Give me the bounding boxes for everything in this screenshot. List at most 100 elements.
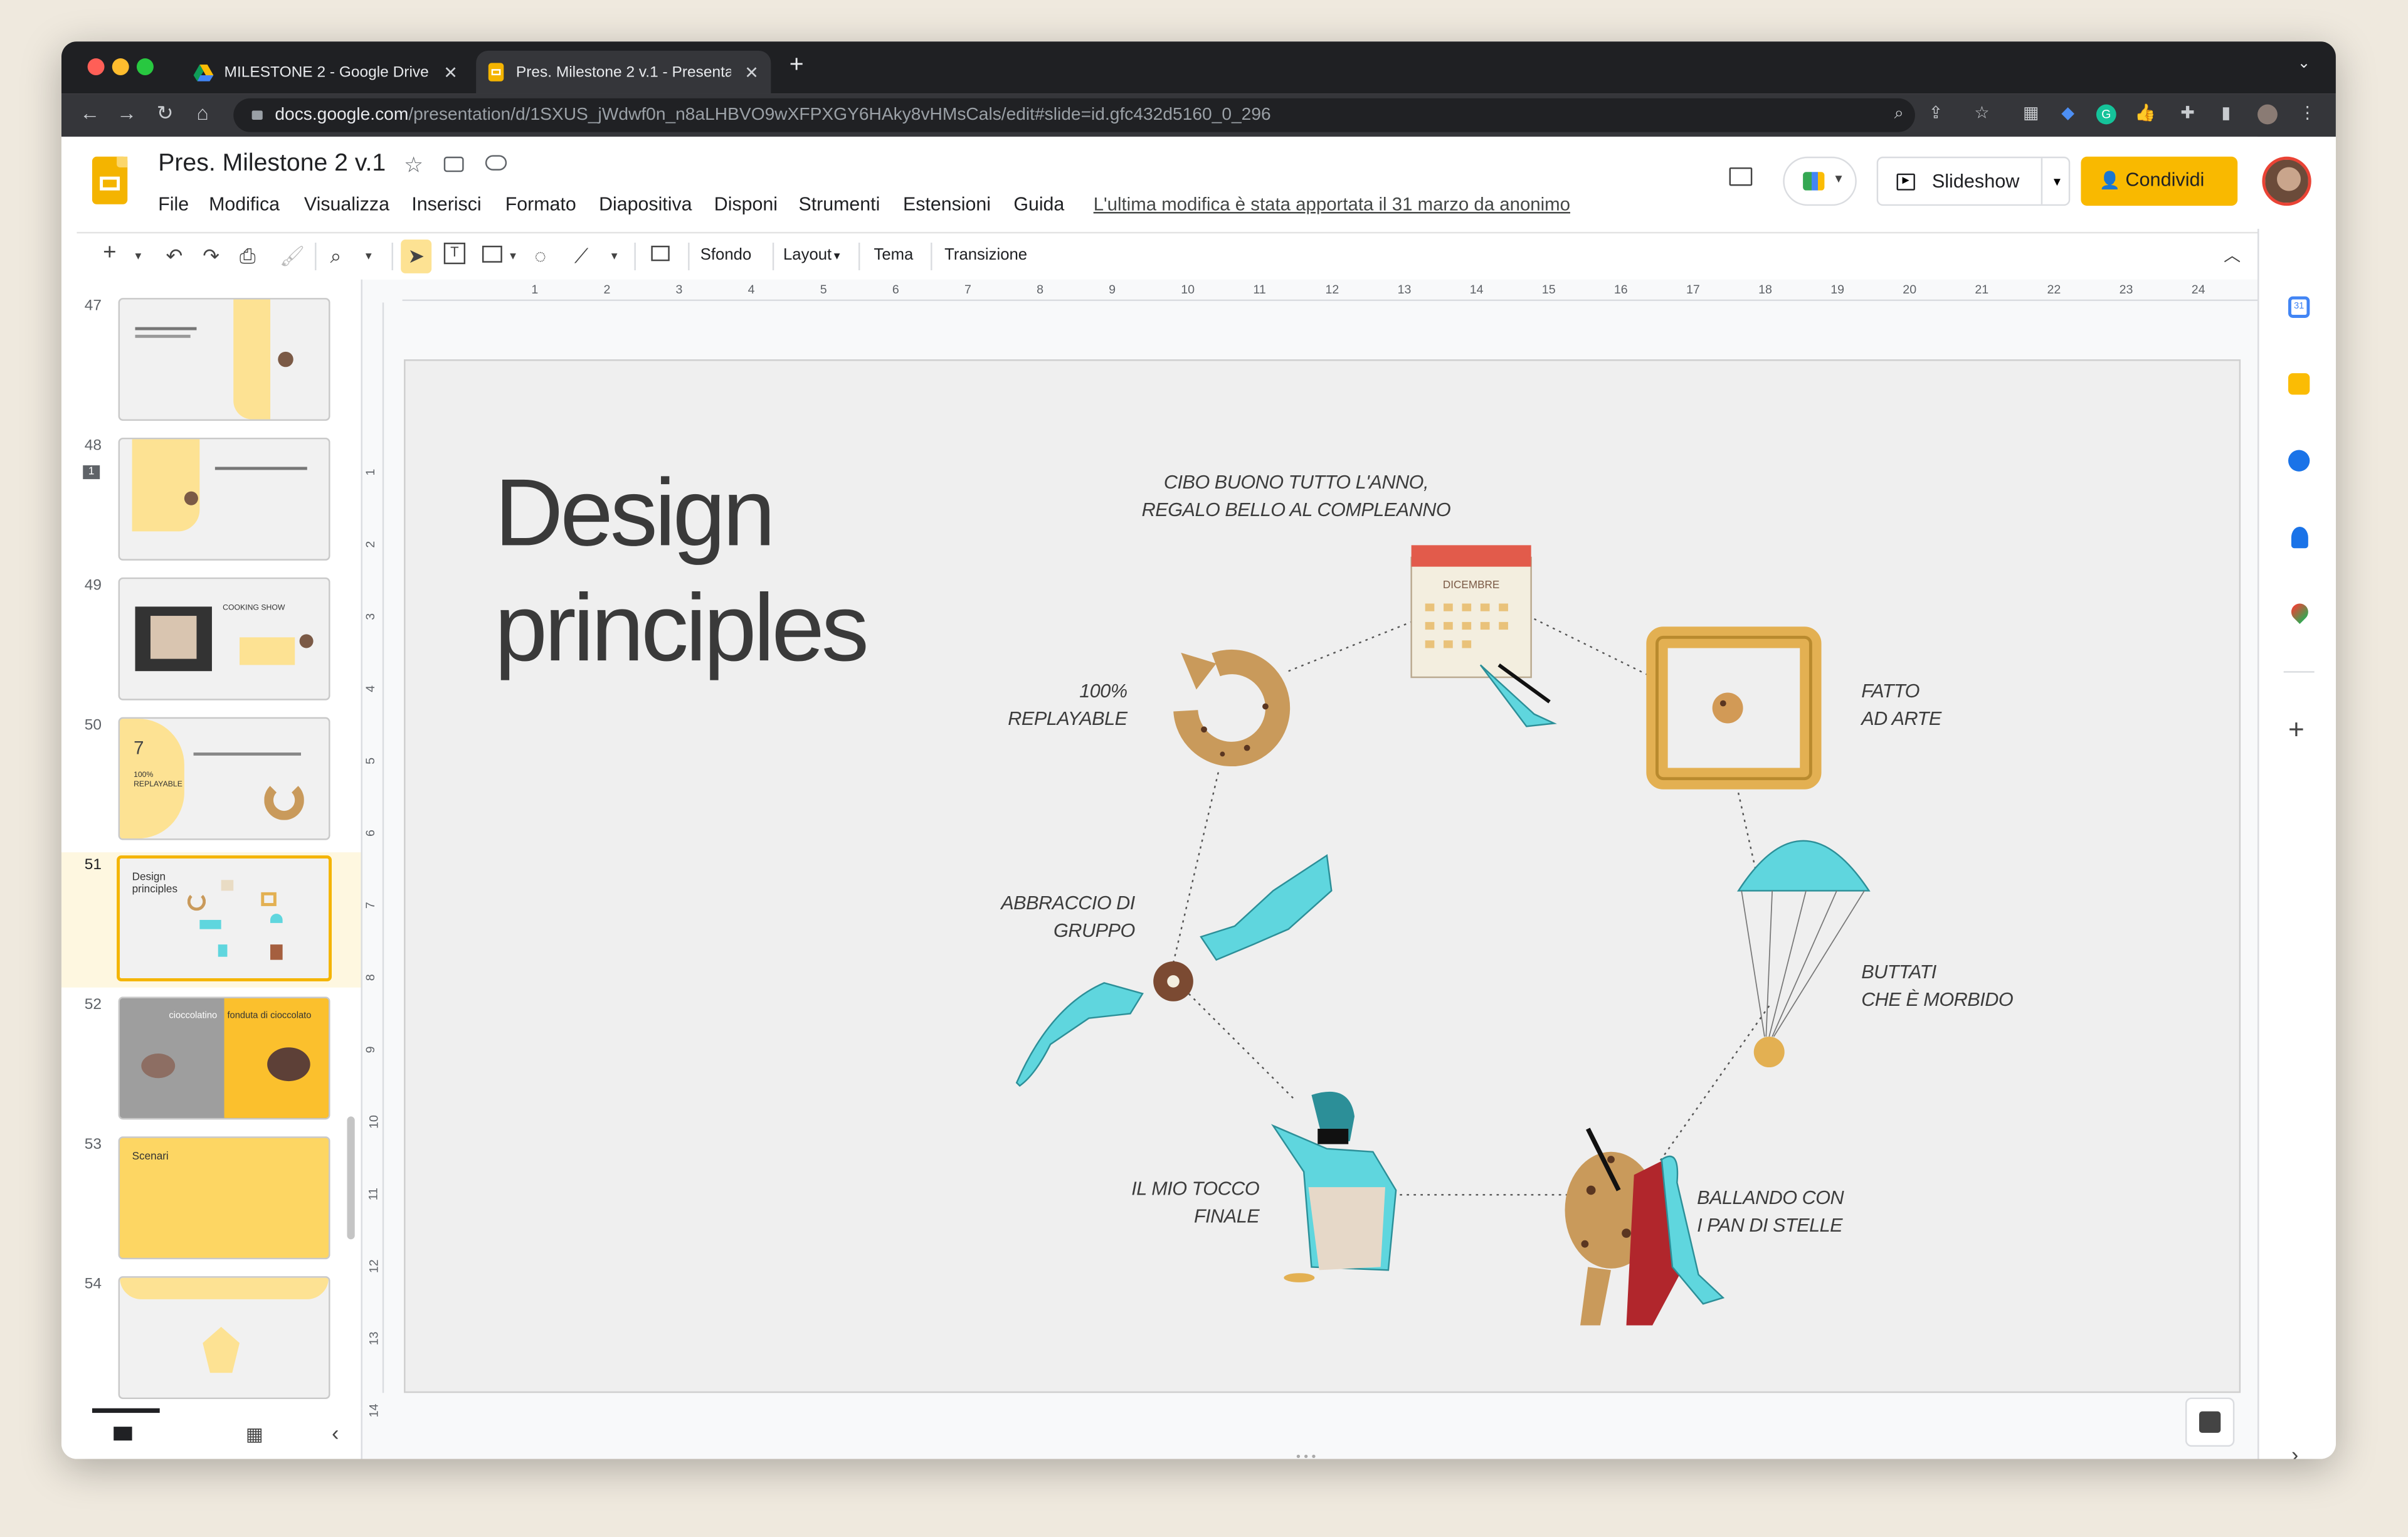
cloud-status-icon[interactable] bbox=[485, 155, 507, 171]
slideshow-button[interactable]: ▶ Slideshow ▾ bbox=[1876, 156, 2072, 206]
current-slide[interactable]: Design principles DICEMBRE CIBO BUONO TU… bbox=[404, 359, 2241, 1393]
layout-chevron-icon[interactable]: ▾ bbox=[834, 249, 840, 263]
menu-strumenti[interactable]: Strumenti bbox=[798, 194, 880, 215]
filmstrip-view-icon[interactable] bbox=[114, 1427, 132, 1441]
principle-label-1[interactable]: CIBO BUONO TUTTO L'ANNO, REGALO BELLO AL… bbox=[1089, 468, 1503, 524]
grid-view-icon[interactable]: ▦ bbox=[246, 1423, 263, 1445]
extension-hand-icon[interactable]: 👍 bbox=[2135, 105, 2156, 125]
new-slide-chevron-icon[interactable]: ▾ bbox=[135, 249, 142, 263]
move-folder-icon[interactable] bbox=[443, 156, 464, 172]
new-slide-plus-icon[interactable]: + bbox=[103, 240, 116, 266]
menu-diapositiva[interactable]: Diapositiva bbox=[599, 194, 692, 215]
theme-button[interactable]: Tema bbox=[874, 246, 913, 264]
insert-comment-icon[interactable] bbox=[651, 245, 670, 261]
comment-count-badge[interactable]: 1 bbox=[83, 465, 100, 480]
close-tab-icon[interactable]: ✕ bbox=[744, 62, 759, 82]
slideshow-options-chevron-icon[interactable]: ▾ bbox=[2041, 158, 2072, 204]
sidebar-toggle-icon[interactable]: ▮ bbox=[2216, 105, 2236, 125]
forward-icon[interactable]: → bbox=[117, 102, 137, 125]
bookmark-star-icon[interactable]: ☆ bbox=[1972, 105, 1992, 125]
menu-estensioni[interactable]: Estensioni bbox=[903, 194, 991, 215]
tab-search-icon[interactable]: ⌄ bbox=[2298, 55, 2311, 72]
line-icon[interactable]: ⟋ bbox=[574, 244, 588, 268]
menu-formato[interactable]: Formato bbox=[505, 194, 576, 215]
share-button[interactable]: 👤 Condividi bbox=[2081, 156, 2238, 206]
close-tab-icon[interactable]: ✕ bbox=[443, 62, 458, 82]
reload-icon[interactable]: ↻ bbox=[157, 102, 174, 126]
minimize-window-button[interactable] bbox=[112, 58, 129, 76]
menu-disponi[interactable]: Disponi bbox=[714, 194, 778, 215]
slide-thumbnail-48[interactable] bbox=[118, 437, 330, 561]
image-chevron-icon[interactable]: ▾ bbox=[510, 249, 516, 263]
close-window-button[interactable] bbox=[87, 58, 105, 76]
home-icon[interactable]: ⌂ bbox=[196, 102, 208, 125]
share-page-icon[interactable]: ⇪ bbox=[1926, 105, 1946, 125]
google-maps-icon[interactable] bbox=[2288, 599, 2312, 624]
slide-thumbnail-52[interactable]: cioccolatino fonduta di cioccolato bbox=[118, 996, 330, 1120]
select-cursor-icon[interactable]: ➤ bbox=[401, 240, 432, 273]
collapse-panel-chevron-icon[interactable]: ‹ bbox=[332, 1420, 339, 1445]
comments-icon[interactable] bbox=[1729, 167, 1753, 186]
shape-icon[interactable]: ◌ bbox=[534, 244, 546, 267]
slides-logo[interactable] bbox=[92, 156, 128, 204]
zoom-icon[interactable]: ⌕ bbox=[1889, 105, 1909, 125]
zoom-chevron-icon[interactable]: ▾ bbox=[366, 249, 372, 263]
redo-icon[interactable]: ↷ bbox=[203, 244, 219, 268]
tab-presentation[interactable]: Pres. Milestone 2 v.1 - Presentaz ✕ bbox=[476, 50, 771, 94]
principle-label-2[interactable]: 100% REPLAYABLE bbox=[974, 677, 1127, 732]
new-tab-button[interactable]: + bbox=[789, 52, 804, 80]
slide-thumbnail-53[interactable]: Scenari bbox=[118, 1136, 330, 1260]
collapse-toolbar-chevron-icon[interactable]: ︿ bbox=[2224, 243, 2241, 267]
add-addon-plus-icon[interactable]: + bbox=[2288, 714, 2305, 746]
google-calendar-icon[interactable]: 31 bbox=[2288, 296, 2310, 318]
undo-icon[interactable]: ↶ bbox=[166, 244, 182, 268]
tab-google-drive[interactable]: MILESTONE 2 - Google Drive ✕ bbox=[181, 51, 470, 94]
star-icon[interactable]: ☆ bbox=[404, 152, 423, 178]
google-keep-icon[interactable] bbox=[2288, 373, 2310, 395]
profile-avatar-icon[interactable] bbox=[2258, 104, 2278, 125]
google-tasks-icon[interactable] bbox=[2288, 450, 2310, 472]
principle-label-4[interactable]: ABBRACCIO DI GRUPPO bbox=[935, 889, 1135, 944]
principle-label-6[interactable]: IL MIO TOCCO FINALE bbox=[1075, 1175, 1259, 1230]
menu-guida[interactable]: Guida bbox=[1013, 194, 1064, 215]
print-icon[interactable]: ⎙ bbox=[240, 244, 255, 268]
grammarly-icon[interactable]: G bbox=[2096, 104, 2116, 125]
slide-thumbnail-50[interactable]: 7 100% REPLAYABLE bbox=[118, 717, 330, 840]
last-edit-link[interactable]: L'ultima modifica è stata apportata il 3… bbox=[1094, 194, 1570, 215]
principle-label-7[interactable]: BALLANDO CON I PAN DI STELLE bbox=[1697, 1184, 1844, 1239]
explore-button[interactable] bbox=[2185, 1397, 2235, 1447]
document-title[interactable]: Pres. Milestone 2 v.1 bbox=[158, 151, 386, 178]
extensions-puzzle-icon[interactable]: ✚ bbox=[2178, 105, 2198, 125]
text-box-icon[interactable]: T bbox=[443, 242, 466, 265]
paint-format-icon[interactable]: 🖌 bbox=[280, 244, 305, 268]
speaker-notes-handle[interactable]: • • • bbox=[1296, 1450, 1316, 1459]
extension-grid-icon[interactable]: ▦ bbox=[2021, 105, 2041, 125]
slide-thumbnail-47[interactable] bbox=[118, 298, 330, 421]
url-field[interactable]: docs.google.com/presentation/d/1SXUS_jWd… bbox=[233, 98, 1915, 132]
image-icon[interactable] bbox=[482, 245, 502, 263]
slide-thumbnail-49[interactable]: COOKING SHOW bbox=[118, 577, 330, 700]
slide-thumbnail-51[interactable]: Design principles bbox=[117, 855, 332, 981]
slide-filmstrip[interactable]: 47 48 1 49 COOKING SHOW 50 7 100% REPLAY… bbox=[61, 279, 362, 1408]
expand-panel-chevron-icon[interactable]: › bbox=[2291, 1442, 2298, 1459]
back-icon[interactable]: ← bbox=[80, 102, 100, 125]
transition-button[interactable]: Transizione bbox=[944, 246, 1027, 264]
filmstrip-scrollbar[interactable] bbox=[347, 1116, 355, 1240]
extension-shield-icon[interactable]: ◆ bbox=[2058, 105, 2078, 125]
background-button[interactable]: Sfondo bbox=[700, 246, 752, 264]
menu-modifica[interactable]: Modifica bbox=[209, 194, 280, 215]
meet-button[interactable]: ▾ bbox=[1783, 156, 1857, 206]
google-contacts-icon[interactable] bbox=[2291, 527, 2308, 549]
browser-menu-icon[interactable]: ⋮ bbox=[2298, 105, 2318, 125]
account-avatar[interactable] bbox=[2262, 156, 2311, 206]
zoom-icon[interactable]: ⌕ bbox=[330, 244, 342, 268]
slide-thumbnail-54[interactable] bbox=[118, 1276, 330, 1400]
maximize-window-button[interactable] bbox=[136, 58, 154, 76]
layout-button[interactable]: Layout bbox=[783, 246, 832, 264]
menu-visualizza[interactable]: Visualizza bbox=[304, 194, 389, 215]
menu-file[interactable]: File bbox=[158, 194, 189, 215]
principle-label-5[interactable]: BUTTATI CHE È MORBIDO bbox=[1861, 958, 2013, 1013]
menu-inserisci[interactable]: Inserisci bbox=[411, 194, 481, 215]
line-chevron-icon[interactable]: ▾ bbox=[611, 249, 618, 263]
principle-label-3[interactable]: FATTO AD ARTE bbox=[1861, 677, 1941, 732]
